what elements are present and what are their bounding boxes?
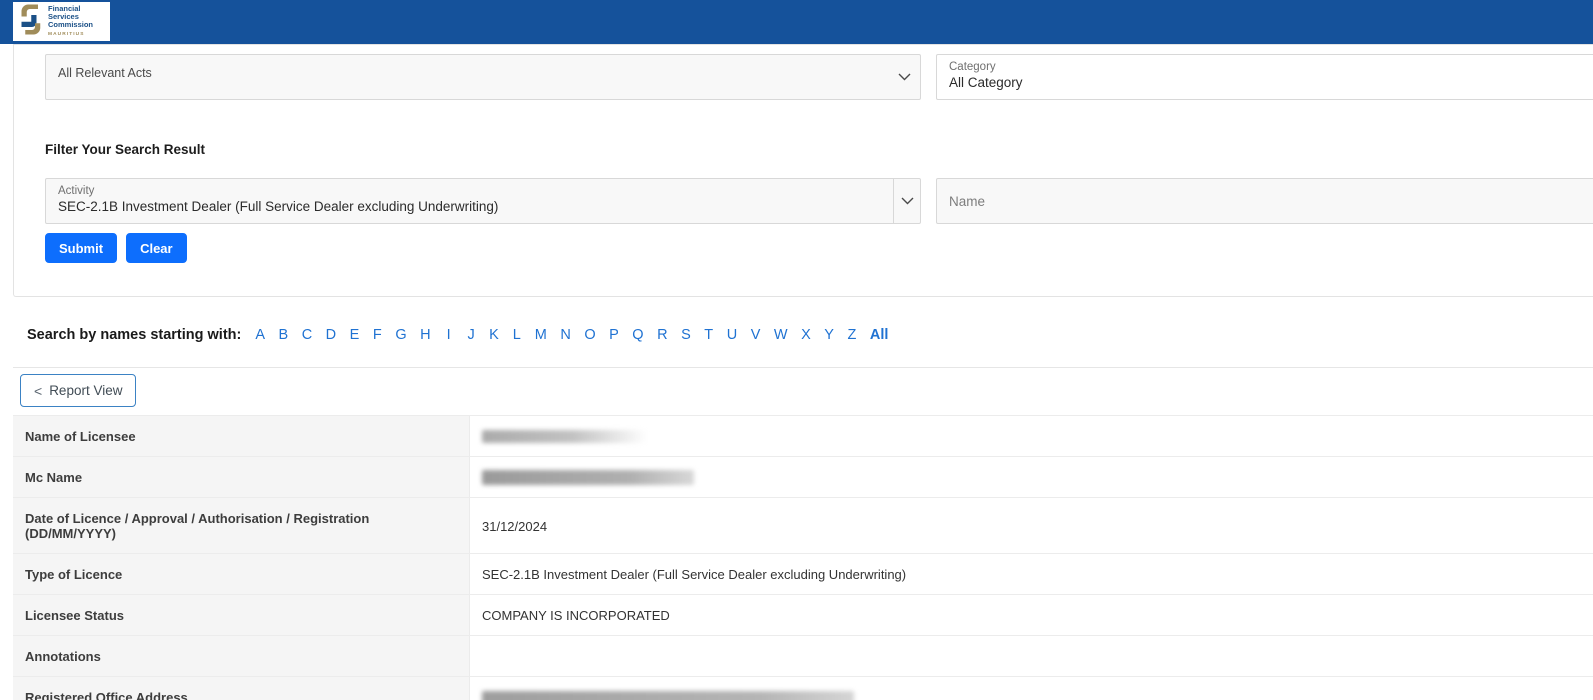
letter-link-u[interactable]: U [727,327,737,343]
row-label: Name of Licensee [13,416,470,456]
name-input[interactable] [936,178,1593,224]
button-row: Submit Clear [45,233,1593,263]
table-row-type-of-licence: Type of Licence SEC-2.1B Investment Deal… [13,554,1593,595]
letter-link-r[interactable]: R [657,327,667,343]
letter-link-z[interactable]: Z [847,327,856,343]
letter-link-e[interactable]: E [350,327,360,343]
letter-link-s[interactable]: S [681,327,691,343]
row-label: Type of Licence [13,554,470,594]
chevron-left-icon: < [34,384,42,398]
letter-link-y[interactable]: Y [824,327,834,343]
redacted-value [482,470,694,485]
table-row-licensee-status: Licensee Status COMPANY IS INCORPORATED [13,595,1593,636]
letter-link-p[interactable]: P [609,327,619,343]
letter-link-k[interactable]: K [489,327,499,343]
redacted-value [482,430,647,443]
category-label: Category [937,55,1593,73]
relevant-acts-value: All Relevant Acts [46,55,920,80]
redacted-value [482,691,854,700]
table-row-mc-name: Mc Name [13,457,1593,498]
chevron-down-icon [898,68,911,86]
search-card: All Relevant Acts Category All Category … [13,44,1593,297]
letter-link-a[interactable]: A [255,327,265,343]
logo-line-mauritius: MAURITIUS [48,31,93,39]
row-label: Licensee Status [13,595,470,635]
row-label: Annotations [13,636,470,676]
report-view-label: Report View [49,383,122,398]
activity-select-chevron-area[interactable] [893,179,920,223]
letter-link-q[interactable]: Q [632,327,643,343]
page: Financial Services Commission MAURITIUS … [0,0,1593,700]
letter-link-l[interactable]: L [512,327,521,343]
app-header-bar [0,0,1593,44]
activity-name-row: Activity SEC-2.1B Investment Dealer (Ful… [45,178,1593,224]
clear-button[interactable]: Clear [126,233,187,263]
letter-link-g[interactable]: G [395,327,406,343]
letter-link-o[interactable]: O [584,327,595,343]
letter-link-x[interactable]: X [801,327,811,343]
row-value: COMPANY IS INCORPORATED [470,595,1593,635]
relevant-acts-select[interactable]: All Relevant Acts [45,54,921,100]
letter-link-w[interactable]: W [774,327,788,343]
letter-link-j[interactable]: J [467,327,476,343]
submit-button[interactable]: Submit [45,233,117,263]
row-value [470,636,1593,676]
table-row-registered-office-address: Registered Office Address [13,677,1593,700]
alphabet-nav: Search by names starting with: A B C D E… [27,327,888,343]
activity-value: SEC-2.1B Investment Dealer (Full Service… [46,197,876,214]
category-field[interactable]: Category All Category [936,54,1593,100]
licensee-detail-table: Name of Licensee Mc Name Date of Licence… [13,415,1593,700]
filter-heading: Filter Your Search Result [45,142,1593,157]
row-label: Date of Licence / Approval / Authorisati… [13,498,470,553]
letter-link-t[interactable]: T [704,327,713,343]
fsc-logo-text: Financial Services Commission MAURITIUS [48,5,93,39]
row-label: Registered Office Address [13,677,470,700]
letter-link-d[interactable]: D [326,327,336,343]
logo-line-commission: Commission [48,21,93,29]
alphabet-nav-label: Search by names starting with: [27,327,241,343]
row-value [470,677,1593,700]
fsc-logo[interactable]: Financial Services Commission MAURITIUS [13,2,110,41]
row-value: SEC-2.1B Investment Dealer (Full Service… [470,554,1593,594]
letter-link-v[interactable]: V [751,327,761,343]
row-value [470,457,1593,497]
letter-link-c[interactable]: C [302,327,312,343]
row-value: 31/12/2024 [470,498,1593,553]
letter-link-all[interactable]: All [870,327,889,343]
letter-link-n[interactable]: N [560,327,570,343]
category-value: All Category [937,73,1593,90]
letter-link-m[interactable]: M [535,327,547,343]
fsc-logo-icon [17,3,44,41]
letter-link-f[interactable]: F [373,327,382,343]
table-row-name-of-licensee: Name of Licensee [13,416,1593,457]
row-value [470,416,1593,456]
report-view-button[interactable]: < Report View [20,374,136,407]
activity-select[interactable]: Activity SEC-2.1B Investment Dealer (Ful… [45,178,921,224]
letter-link-b[interactable]: B [279,327,289,343]
letter-link-h[interactable]: H [420,327,430,343]
table-row-date-of-licence: Date of Licence / Approval / Authorisati… [13,498,1593,554]
row-label: Mc Name [13,457,470,497]
chevron-down-icon [901,192,914,210]
acts-category-row: All Relevant Acts Category All Category [45,54,1593,100]
activity-label: Activity [46,179,920,197]
report-section: < Report View Name of Licensee Mc Name D… [13,367,1593,700]
table-row-annotations: Annotations [13,636,1593,677]
letter-link-i[interactable]: I [444,327,453,343]
